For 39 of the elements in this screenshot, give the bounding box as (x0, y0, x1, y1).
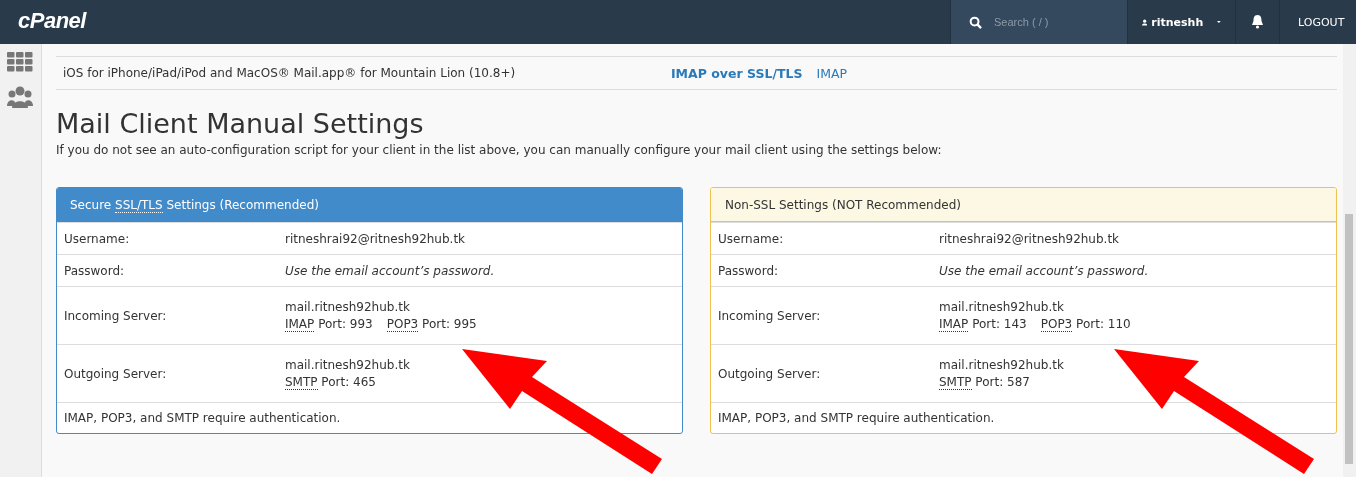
setting-value: mail.ritnesh92hub.tk (938, 300, 1065, 314)
setting-label: Password: (716, 263, 780, 278)
port-text: POP3 Port: 110 (1040, 317, 1131, 331)
setting-label: Username: (62, 231, 131, 246)
port-text: SMTP Port: 587 (938, 375, 1030, 389)
setting-label: Password: (62, 263, 126, 278)
panel-heading: Non-SSL Settings (NOT Recommended) (710, 188, 1336, 222)
setting-label: Outgoing Server: (716, 366, 822, 381)
port-text: IMAP Port: 993 (284, 317, 373, 331)
setting-value: mail.ritnesh92hub.tk (284, 358, 410, 372)
setting-value: mail.ritnesh92hub.tk (938, 358, 1064, 372)
page-title: Mail Client Manual Settings (55, 108, 425, 139)
setting-value: ritneshrai92@ritnesh92hub.tk (938, 231, 1120, 246)
setting-label: Incoming Server: (62, 308, 168, 323)
search-icon (969, 15, 982, 29)
imap-link[interactable]: IMAP (816, 65, 847, 81)
setting-label: Username: (716, 231, 785, 246)
bell-icon (1251, 15, 1264, 29)
setting-value: mail.ritnesh92hub.tk (284, 300, 411, 314)
scrollbar-thumb[interactable] (1345, 214, 1354, 464)
port-text: POP3 Port: 995 (386, 317, 477, 331)
user-menu-button[interactable]: ritneshh (1127, 0, 1235, 44)
setting-label: Incoming Server: (716, 308, 822, 323)
setting-value: ritneshrai92@ritnesh92hub.tk (284, 231, 466, 246)
setting-value: Use the email account’s password. (938, 263, 1149, 278)
intro-text: If you do not see an auto-configuration script for your client in the list above, you can manually configure your mail client using the settings below: (55, 143, 943, 157)
mail-client-name: iOS for iPhone/iPad/iPod and MacOS® Mail.app® for Mountain Lion (10.8+) (62, 66, 517, 80)
panel-heading: Secure SSL/TLS Settings (Recommended) (56, 188, 682, 222)
users-icon[interactable] (7, 86, 34, 108)
setting-label: Outgoing Server: (62, 366, 168, 381)
port-text: SMTP Port: 465 (284, 375, 376, 389)
setting-value: Use the email account’s password. (284, 263, 495, 278)
auth-note: IMAP, POP3, and SMTP require authentication. (63, 411, 341, 425)
caret-icon (1217, 20, 1221, 24)
auth-note: IMAP, POP3, and SMTP require authentication. (717, 411, 995, 425)
port-text: IMAP Port: 143 (938, 317, 1027, 331)
grid-icon[interactable] (7, 52, 34, 72)
imap-ssl-link[interactable]: IMAP over SSL/TLS (670, 65, 803, 81)
cpanel-logo[interactable]: cPanel (0, 0, 86, 44)
